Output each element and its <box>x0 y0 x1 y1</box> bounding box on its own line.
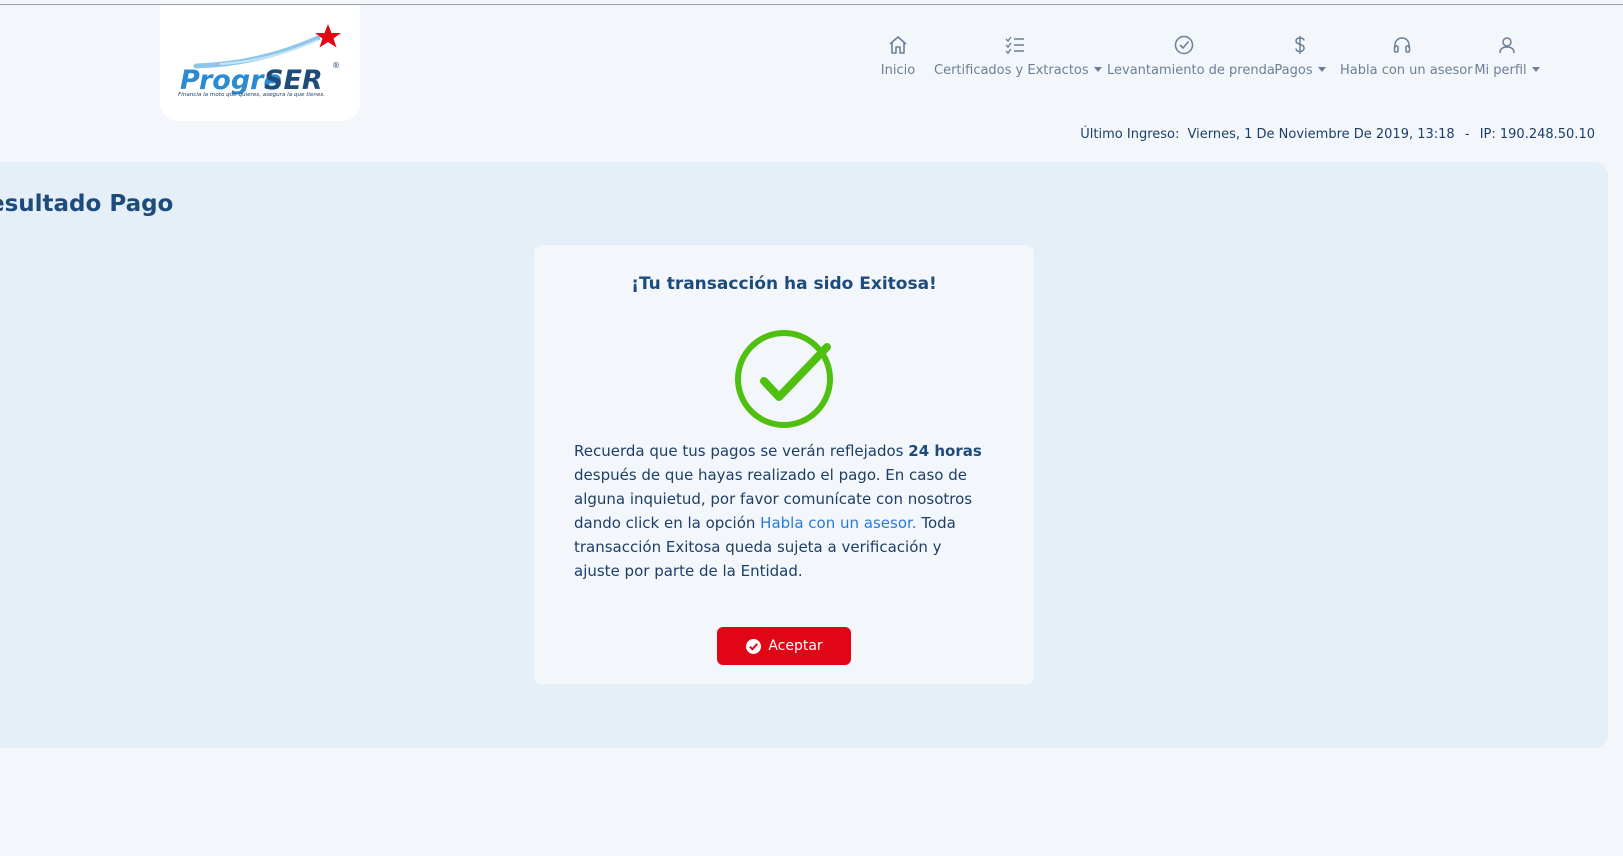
dollar-icon <box>1271 34 1329 58</box>
nav-label-habla-asesor: Habla con un asesor <box>1340 63 1473 78</box>
last-login-date: Viernes, 1 De Noviembre De 2019, 13:18 <box>1187 127 1455 142</box>
check-circle-icon <box>1107 34 1261 58</box>
top-border-line <box>0 4 1623 5</box>
page-title: esultado Pago <box>0 191 174 217</box>
nav-label-levantamiento: Levantamiento de prenda <box>1107 63 1275 78</box>
nav-item-levantamiento[interactable]: Levantamiento de prenda <box>1107 34 1275 84</box>
nav-label-pagos: Pagos <box>1274 63 1313 78</box>
last-login-label: Último Ingreso: <box>1080 127 1180 142</box>
result-card: ¡Tu transacción ha sido Exitosa! Recuerd… <box>534 245 1034 684</box>
home-icon <box>872 34 924 58</box>
message-text-1: Recuerda que tus pagos se verán reflejad… <box>574 442 909 460</box>
logo-registered-mark: ® <box>332 61 340 70</box>
message-bold-hours: 24 horas <box>908 442 982 460</box>
habla-asesor-link[interactable]: Habla con un asesor. <box>760 514 916 532</box>
nav-item-certificados[interactable]: Certificados y Extractos <box>934 34 1102 84</box>
nav-item-habla-asesor[interactable]: Habla con un asesor <box>1340 34 1473 84</box>
last-login-info: Último Ingreso: Viernes, 1 De Noviembre … <box>1080 127 1595 142</box>
logo[interactable]: Progre SER ® Financia la moto que quiere… <box>160 6 360 121</box>
last-login-ip: IP: 190.248.50.10 <box>1479 127 1595 142</box>
nav-item-inicio[interactable]: Inicio <box>872 34 924 84</box>
accept-button[interactable]: Aceptar <box>717 627 851 665</box>
logo-tagline: Financia la moto que quieres, asegura la… <box>178 92 325 98</box>
chevron-down-icon <box>1531 67 1540 72</box>
nav-label-mi-perfil: Mi perfil <box>1474 63 1527 78</box>
nav-item-pagos[interactable]: Pagos <box>1271 34 1329 84</box>
last-login-separator: - <box>1464 127 1470 142</box>
headset-icon <box>1340 34 1464 58</box>
result-heading: ¡Tu transacción ha sido Exitosa! <box>631 274 937 294</box>
result-message: Recuerda que tus pagos se verán reflejad… <box>574 439 989 583</box>
checklist-icon <box>934 34 1096 58</box>
accept-button-label: Aceptar <box>768 638 823 654</box>
chevron-down-icon <box>1317 67 1326 72</box>
check-circle-icon <box>746 638 762 654</box>
nav-item-mi-perfil[interactable]: Mi perfil <box>1474 34 1540 84</box>
nav-label-inicio: Inicio <box>880 63 916 78</box>
chevron-down-icon <box>1093 67 1102 72</box>
success-check-icon <box>735 330 833 428</box>
user-icon <box>1474 34 1540 58</box>
nav-label-certificados: Certificados y Extractos <box>934 63 1089 78</box>
progreser-logo-icon: Progre SER ® Financia la moto que quiere… <box>178 24 341 98</box>
